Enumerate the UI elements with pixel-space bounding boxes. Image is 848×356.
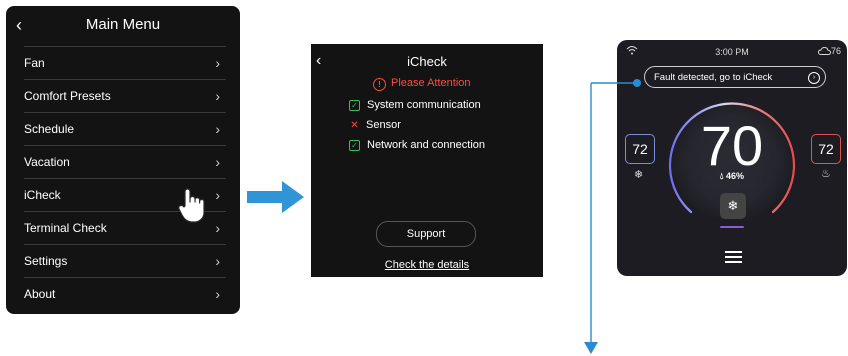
outdoor-temp: 76 bbox=[818, 46, 841, 56]
fault-text: Fault detected, go to iCheck bbox=[654, 72, 773, 83]
attention-banner: ! Please Attention bbox=[373, 77, 471, 91]
check-icon: ✓ bbox=[349, 140, 360, 151]
check-item-label: Sensor bbox=[366, 119, 401, 131]
humidity-value: 46% bbox=[726, 171, 745, 181]
menu-item-about[interactable]: About › bbox=[24, 277, 226, 310]
icheck-panel: ‹ iCheck ! Please Attention ✓ System commu… bbox=[311, 44, 543, 277]
chevron-right-icon: › bbox=[215, 55, 220, 71]
menu-item-label: Schedule bbox=[24, 122, 75, 136]
check-item-label: System communication bbox=[367, 99, 481, 111]
menu-item-label: Settings bbox=[24, 254, 68, 268]
menu-item-label: Terminal Check bbox=[24, 221, 107, 235]
menu-item-settings[interactable]: Settings › bbox=[24, 244, 226, 277]
chevron-right-icon: › bbox=[215, 121, 220, 137]
droplet-icon: 💧︎ bbox=[719, 171, 724, 181]
support-button[interactable]: Support bbox=[376, 221, 476, 247]
clock-time: 3:00 PM bbox=[715, 47, 749, 57]
chevron-right-icon: › bbox=[215, 187, 220, 203]
chevron-right-icon: › bbox=[215, 286, 220, 302]
cloud-icon bbox=[818, 47, 831, 55]
menu-item-label: Comfort Presets bbox=[24, 89, 111, 103]
menu-item-label: Vacation bbox=[24, 155, 70, 169]
alert-circle-icon: ! bbox=[373, 78, 386, 91]
check-details-link[interactable]: Check the details bbox=[311, 259, 543, 271]
main-menu-panel: ‹ Main Menu Fan › Comfort Presets › Sche… bbox=[6, 6, 240, 314]
attention-text: Please Attention bbox=[391, 77, 471, 89]
chevron-right-icon: › bbox=[215, 253, 220, 269]
check-item-sensor: ✕ Sensor bbox=[349, 119, 401, 131]
menu-item-label: Fan bbox=[24, 56, 45, 70]
menu-item-vacation[interactable]: Vacation › bbox=[24, 145, 226, 178]
hand-pointer-icon bbox=[178, 188, 205, 223]
chevron-right-icon: › bbox=[215, 220, 220, 236]
cross-icon: ✕ bbox=[350, 120, 359, 131]
menu-title: Main Menu bbox=[85, 16, 161, 33]
icheck-title: iCheck bbox=[407, 54, 447, 69]
chevron-right-circle-icon: › bbox=[808, 72, 820, 84]
outdoor-temp-value: 76 bbox=[830, 46, 841, 56]
chevron-right-icon: › bbox=[215, 154, 220, 170]
callout-line bbox=[584, 79, 641, 354]
check-item-label: Network and connection bbox=[367, 139, 486, 151]
menu-item-fan[interactable]: Fan › bbox=[24, 46, 226, 79]
menu-icon[interactable] bbox=[725, 251, 742, 266]
menu-item-comfort-presets[interactable]: Comfort Presets › bbox=[24, 79, 226, 112]
menu-item-label: About bbox=[24, 287, 56, 301]
flow-arrow-right-icon bbox=[247, 181, 304, 213]
check-item-system-communication: ✓ System communication bbox=[349, 99, 481, 111]
menu-item-label: iCheck bbox=[24, 188, 61, 202]
menu-item-schedule[interactable]: Schedule › bbox=[24, 112, 226, 145]
chevron-right-icon: › bbox=[215, 88, 220, 104]
check-icon: ✓ bbox=[349, 100, 360, 111]
menu-header: ‹ Main Menu bbox=[6, 6, 240, 46]
fan-mode-icon[interactable]: ❄ bbox=[720, 193, 746, 219]
fault-notification[interactable]: Fault detected, go to iCheck › bbox=[644, 66, 826, 88]
check-item-network: ✓ Network and connection bbox=[349, 139, 485, 151]
